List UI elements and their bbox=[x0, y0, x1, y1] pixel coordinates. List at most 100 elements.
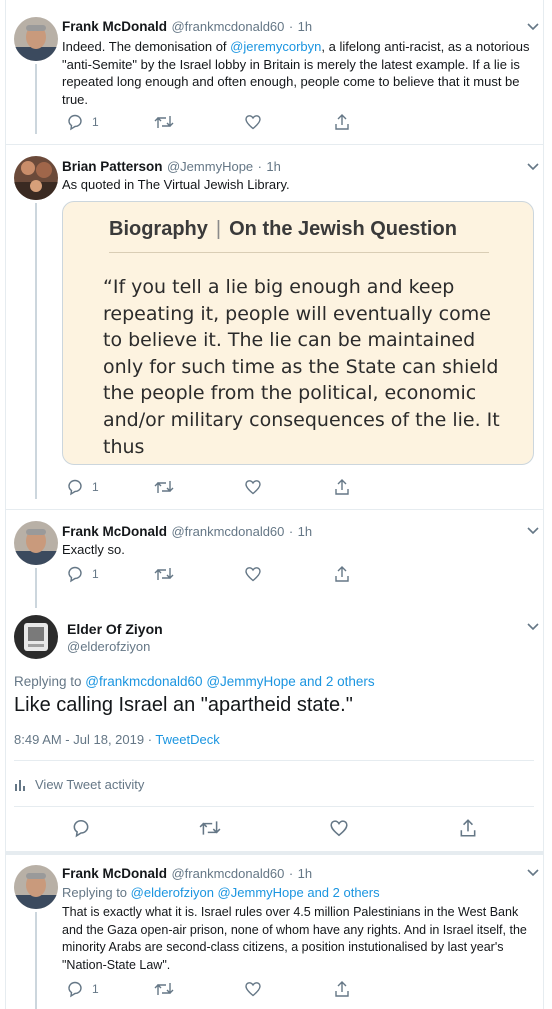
thread-line bbox=[35, 912, 37, 1009]
share-icon bbox=[460, 819, 476, 837]
divider bbox=[5, 144, 544, 145]
avatar[interactable] bbox=[14, 156, 58, 200]
share-button[interactable] bbox=[333, 565, 351, 583]
reply-icon bbox=[68, 479, 82, 496]
chevron-down-icon[interactable] bbox=[526, 162, 540, 172]
like-button[interactable] bbox=[329, 818, 349, 838]
replying-to: Replying to @frankmcdonald60 @JemmyHope … bbox=[14, 674, 375, 689]
tweet-actions bbox=[5, 818, 544, 840]
like-button[interactable] bbox=[244, 113, 262, 131]
share-icon bbox=[335, 479, 349, 495]
tweet-actions: 1 bbox=[62, 478, 362, 498]
chevron-down-icon[interactable] bbox=[526, 526, 540, 536]
reply-icon bbox=[73, 820, 89, 838]
view-activity-link[interactable]: View Tweet activity bbox=[14, 777, 144, 792]
tweet-meta: 8:49 AM - Jul 18, 2019 · TweetDeck bbox=[14, 732, 220, 747]
retweet-button[interactable] bbox=[154, 565, 174, 583]
like-button[interactable] bbox=[244, 980, 262, 998]
tweet-time[interactable]: 1h bbox=[298, 524, 312, 539]
display-name[interactable]: Brian Patterson bbox=[62, 159, 163, 174]
like-icon bbox=[245, 567, 261, 582]
reply-mentions-link[interactable]: @frankmcdonald60 @JemmyHope and 2 others bbox=[85, 674, 374, 689]
user-handle[interactable]: @elderofziyon bbox=[67, 639, 150, 654]
reply-mentions-link[interactable]: @elderofziyon @JemmyHope and 2 others bbox=[131, 885, 380, 900]
tweet-timestamp[interactable]: 8:49 AM - Jul 18, 2019 · bbox=[14, 732, 155, 747]
card-title: Biography | On the Jewish Question bbox=[109, 218, 457, 240]
retweet-button[interactable] bbox=[154, 113, 174, 131]
user-handle[interactable]: @frankmcdonald60 bbox=[171, 524, 284, 539]
like-icon bbox=[330, 820, 348, 837]
avatar[interactable] bbox=[14, 521, 58, 565]
user-handle[interactable]: @JemmyHope bbox=[167, 159, 253, 174]
divider bbox=[5, 851, 544, 855]
tweet-text: That is exactly what it is. Israel rules… bbox=[62, 905, 527, 972]
tweet-text: As quoted in The Virtual Jewish Library. bbox=[62, 177, 290, 192]
tweet-header: Brian Patterson @JemmyHope · 1h bbox=[62, 159, 281, 174]
retweet-button[interactable] bbox=[154, 980, 174, 998]
reply-count: 1 bbox=[92, 480, 99, 494]
share-icon bbox=[335, 981, 349, 997]
chevron-down-icon[interactable] bbox=[526, 22, 540, 32]
like-button[interactable] bbox=[244, 565, 262, 583]
tweet-text: Exactly so. bbox=[62, 542, 125, 557]
tweet-time[interactable]: 1h bbox=[298, 19, 312, 34]
tweet-header: Frank McDonald @frankmcdonald60 · 1h bbox=[62, 524, 313, 539]
share-button[interactable] bbox=[333, 980, 351, 998]
user-handle[interactable]: @frankmcdonald60 bbox=[171, 866, 284, 881]
reply-button[interactable]: 1 bbox=[66, 113, 99, 131]
like-icon bbox=[245, 480, 261, 495]
share-button[interactable] bbox=[333, 478, 351, 496]
tweet-header: Frank McDonald @frankmcdonald60 · 1h bbox=[62, 866, 313, 881]
image-card[interactable]: Biography | On the Jewish Question “If you… bbox=[62, 201, 534, 465]
thread-line bbox=[35, 64, 37, 134]
avatar[interactable] bbox=[14, 865, 58, 909]
avatar[interactable] bbox=[14, 615, 58, 659]
display-name[interactable]: Frank McDonald bbox=[62, 524, 167, 539]
tweet-time[interactable]: 1h bbox=[266, 159, 280, 174]
analytics-icon bbox=[15, 779, 25, 791]
retweet-button[interactable] bbox=[154, 478, 174, 496]
like-button[interactable] bbox=[244, 478, 262, 496]
retweet-icon bbox=[154, 983, 174, 995]
reply-icon bbox=[68, 566, 82, 583]
source-link[interactable]: TweetDeck bbox=[155, 732, 219, 747]
divider bbox=[5, 509, 544, 510]
share-icon bbox=[335, 566, 349, 582]
thread-line bbox=[35, 203, 37, 499]
thread-line bbox=[35, 568, 37, 608]
reply-button[interactable] bbox=[71, 818, 91, 838]
tweet-actions: 1 bbox=[62, 113, 362, 133]
retweet-button[interactable] bbox=[199, 818, 221, 838]
reply-button[interactable]: 1 bbox=[66, 478, 99, 496]
divider bbox=[14, 806, 534, 807]
share-button[interactable] bbox=[333, 113, 351, 131]
like-icon bbox=[245, 982, 261, 997]
display-name[interactable]: Frank McDonald bbox=[62, 866, 167, 881]
chevron-down-icon[interactable] bbox=[526, 622, 540, 632]
reply-count: 1 bbox=[92, 567, 99, 581]
mention-link[interactable]: @jeremycorbyn bbox=[230, 39, 321, 54]
reply-icon bbox=[68, 981, 82, 998]
avatar[interactable] bbox=[14, 17, 58, 61]
reply-count: 1 bbox=[92, 982, 99, 996]
like-icon bbox=[245, 115, 261, 130]
display-name[interactable]: Elder Of Ziyon bbox=[67, 621, 163, 637]
reply-button[interactable]: 1 bbox=[66, 980, 99, 998]
card-quote: “If you tell a lie big enough and keep r… bbox=[103, 276, 500, 458]
retweet-icon bbox=[154, 568, 174, 580]
reply-icon bbox=[68, 114, 82, 131]
chevron-down-icon[interactable] bbox=[526, 868, 540, 878]
reply-button[interactable]: 1 bbox=[66, 565, 99, 583]
tweet-actions: 1 bbox=[62, 565, 362, 585]
tweet-text: Indeed. The demonisation of @jeremycorby… bbox=[62, 39, 530, 107]
tweet-actions: 1 bbox=[62, 980, 362, 1000]
display-name[interactable]: Frank McDonald bbox=[62, 19, 167, 34]
reply-count: 1 bbox=[92, 115, 99, 129]
tweet-header: Frank McDonald @frankmcdonald60 · 1h bbox=[62, 19, 313, 34]
user-handle[interactable]: @frankmcdonald60 bbox=[171, 19, 284, 34]
tweet-text: Like calling Israel an "apartheid state.… bbox=[14, 694, 353, 716]
timeline-column bbox=[5, 0, 544, 1009]
tweet-time[interactable]: 1h bbox=[298, 866, 312, 881]
share-button[interactable] bbox=[458, 818, 478, 838]
retweet-icon bbox=[154, 116, 174, 128]
